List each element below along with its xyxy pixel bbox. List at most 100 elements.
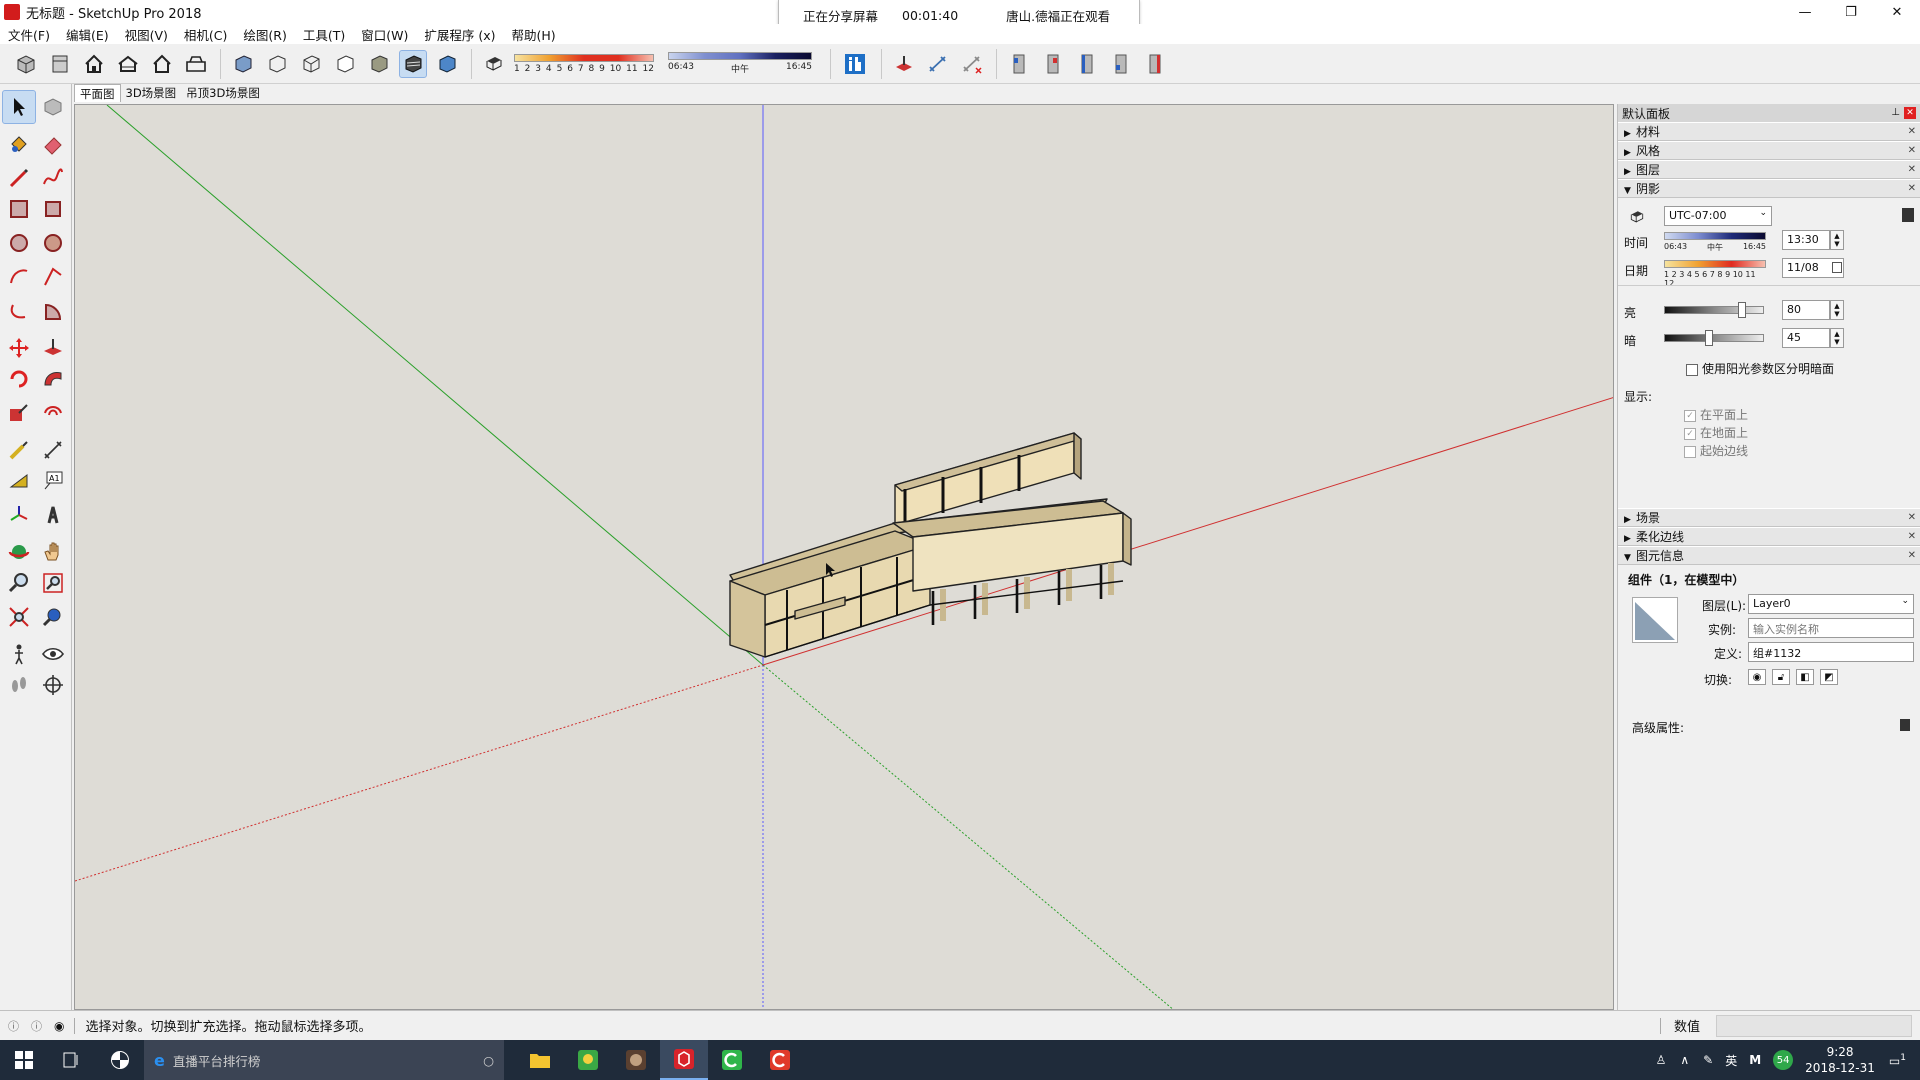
dark-slider-thumb[interactable] [1705,330,1714,346]
checkbox-unchecked[interactable] [1686,363,1698,376]
menu-extensions[interactable]: 扩展程序 (x) [416,25,503,44]
tab-3d-scene[interactable]: 3D场景图 [121,84,182,102]
text-tool[interactable]: A1 [36,464,70,498]
tray-close-icon[interactable]: ✕ [1908,164,1916,175]
two-point-arc-tool[interactable] [36,260,70,294]
pan-tool[interactable] [36,538,70,566]
3d-text-tool[interactable] [36,498,70,532]
dark-spinner[interactable]: ▲ ▼ [1830,328,1844,348]
light-input[interactable]: 80 [1782,300,1830,320]
polygon-tool[interactable] [36,226,70,260]
top-view-button[interactable] [46,50,74,78]
tray-close-icon[interactable]: ✕ [1908,145,1916,156]
measurements-input[interactable] [1716,1014,1912,1037]
tab-ceiling-3d-scene[interactable]: 吊顶3D场景图 [181,84,265,102]
eraser-tool[interactable] [36,130,70,158]
game-app-button[interactable] [612,1040,660,1080]
scene-canvas[interactable] [75,105,1614,1010]
timezone-select[interactable]: UTC-07:00 ⌄ [1664,206,1772,226]
position-camera-tool[interactable] [2,640,36,668]
date-slider-panel[interactable]: 1 2 3 4 5 6 7 8 9 10 11 12 [1664,260,1766,288]
ime-language[interactable]: 英 [1725,1052,1737,1069]
tab-plan[interactable]: 平面图 [74,84,121,102]
from-edges-checkbox[interactable]: 起始边线 [1684,442,1748,459]
on-faces-checkbox[interactable]: ✓ 在平面上 [1684,406,1748,423]
menu-view[interactable]: 视图(V) [117,25,176,44]
light-slider-thumb[interactable] [1737,302,1746,318]
left-view-button[interactable] [182,50,210,78]
maps-app-button[interactable] [564,1040,612,1080]
walk-tool[interactable] [2,668,36,702]
geo-location-icon[interactable]: ⓘ [8,1018,19,1034]
rotate-tool[interactable] [2,362,36,396]
front-view-button[interactable] [80,50,108,78]
menu-tools[interactable]: 工具(T) [295,25,353,44]
section-tool-3-button[interactable] [1073,50,1101,78]
tray-close-icon[interactable]: ✕ [1908,126,1916,137]
details-toggle-icon[interactable] [1902,208,1914,222]
visibility-eye-icon[interactable]: ◉ [1748,669,1766,685]
dimension-button[interactable] [924,50,952,78]
date-slider[interactable]: 1 2 3 4 5 6 7 8 9 10 11 12 [514,53,654,74]
time-slider[interactable]: 06:43 中午 16:45 [668,52,812,75]
calendar-icon[interactable] [1832,262,1842,273]
menu-help[interactable]: 帮助(H) [504,25,564,44]
shadow-toggle-button[interactable] [480,50,508,78]
expand-advanced-icon[interactable] [1900,719,1910,731]
look-around-tool[interactable] [36,640,70,668]
tray-shadows[interactable]: ▼ 阴影 ✕ [1618,179,1920,198]
sketchup-taskbar-button[interactable] [660,1040,708,1080]
light-spinner[interactable]: ▲ ▼ [1830,300,1844,320]
freehand-tool[interactable] [36,164,70,192]
tray-styles[interactable]: ▶ 风格 ✕ [1618,141,1920,160]
show-hidden-icons-chevron[interactable]: ∧ [1680,1053,1689,1067]
time-input[interactable]: 13:30 [1782,230,1830,250]
three-point-arc-tool[interactable] [2,294,36,328]
ime-mode[interactable]: M [1749,1053,1761,1067]
iso-view-button[interactable] [12,50,40,78]
menu-draw[interactable]: 绘图(R) [235,25,294,44]
dimension-tool[interactable] [36,436,70,464]
people-icon[interactable]: ♙ [1656,1053,1667,1067]
light-slider[interactable] [1664,302,1764,318]
dark-input[interactable]: 45 [1782,328,1830,348]
info-plugin-button[interactable] [839,48,871,80]
minimize-button[interactable]: — [1782,0,1828,24]
previous-view-tool[interactable] [36,600,70,634]
time-spinner[interactable]: ▲ ▼ [1830,230,1844,250]
panel-close-button[interactable]: ✕ [1904,107,1916,119]
push-pull-tool[interactable] [36,334,70,362]
tape-measure-tool[interactable] [2,436,36,464]
section-tool-2-button[interactable] [1039,50,1067,78]
hidden-line-button[interactable] [331,50,359,78]
maximize-button[interactable]: ❐ [1828,0,1874,24]
clock[interactable]: 9:28 2018-12-31 [1805,1044,1875,1076]
wireframe-button[interactable] [297,50,325,78]
tray-scenes[interactable]: ▶ 场景 ✕ [1618,508,1920,527]
section-tool-1-button[interactable] [1005,50,1033,78]
instance-name-input[interactable]: 输入实例名称 [1748,618,1914,638]
file-explorer-button[interactable] [516,1040,564,1080]
rotated-rectangle-tool[interactable] [36,192,70,226]
search-icon[interactable]: ○ [483,1053,494,1068]
tray-soften-edges[interactable]: ▶ 柔化边线 ✕ [1618,527,1920,546]
pie-tool[interactable] [36,294,70,328]
move-tool[interactable] [2,334,36,362]
taskbar-search[interactable]: e 直播平台排行榜 ○ [144,1040,504,1080]
pen-icon[interactable]: ✎ [1703,1053,1713,1067]
section-tool-5-button[interactable] [1141,50,1169,78]
green-c-app-button[interactable] [708,1040,756,1080]
tray-entity-info[interactable]: ▼ 图元信息 ✕ [1618,546,1920,565]
start-button[interactable] [0,1040,48,1080]
scale-tool[interactable] [2,396,36,430]
follow-me-tool[interactable] [36,362,70,396]
close-button[interactable]: ✕ [1874,0,1920,24]
action-center-icon[interactable]: ▭1 [1889,1053,1906,1068]
on-ground-checkbox[interactable]: ✓ 在地面上 [1684,424,1748,441]
orbit-tool[interactable] [2,538,36,566]
shaded-textures-button[interactable] [399,49,427,78]
task-view-button[interactable] [48,1040,96,1080]
use-sun-checkbox[interactable]: 使用阳光参数区分明暗面 [1686,360,1834,377]
receive-shadows-icon[interactable]: ◧ [1796,669,1814,685]
cast-shadows-icon[interactable]: ◩ [1820,669,1838,685]
